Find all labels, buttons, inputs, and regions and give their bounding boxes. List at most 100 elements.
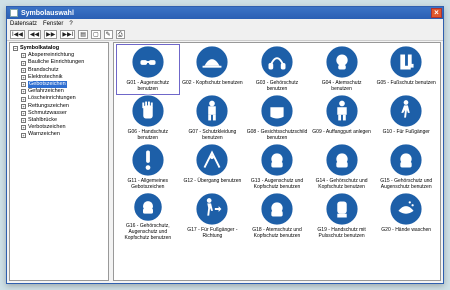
goggles-icon (131, 45, 165, 79)
toolbar: I◀◀ ◀◀ ▶▶ ▶▶I ▤ ▢ ✎ ⎙ (7, 28, 443, 41)
symbol-tile[interactable]: G04 - Atemschutz benutzen (311, 45, 373, 94)
menu-datensatz[interactable]: Datensatz (10, 21, 37, 27)
pedestrian-icon (389, 94, 423, 128)
sidebar-item[interactable]: + Warnzeichen (13, 131, 105, 138)
print-button[interactable]: ⎙ (115, 29, 125, 39)
sidebar-item[interactable]: + Gebotszeichen (13, 81, 105, 89)
symbol-tile[interactable]: G15 - Gehörschutz und Augenschutz benutz… (375, 143, 437, 192)
sidebar-item[interactable]: + Brandschutz (13, 67, 105, 74)
expand-icon[interactable]: + (21, 103, 26, 109)
ear-goggles-icon (389, 143, 423, 177)
exclamation-icon (131, 143, 165, 177)
symbol-tile[interactable]: G08 - Gesichtsschutzschild benutzen (246, 94, 308, 143)
symbol-label: G15 - Gehörschutz und Augenschutz benutz… (380, 178, 433, 190)
symbol-tile[interactable]: G10 - Für Fußgänger (375, 94, 437, 143)
close-button[interactable]: × (431, 8, 442, 18)
symbol-label: G04 - Atemschutz benutzen (321, 80, 362, 92)
face-shield-icon (260, 94, 294, 128)
symbol-tile[interactable]: G20 - Hände waschen (375, 192, 437, 241)
expand-icon[interactable]: + (21, 132, 26, 138)
symbol-label: G18 - Atemschutz und Kopfschutz benutzen (252, 227, 302, 239)
ear-helmet-icon (325, 143, 359, 177)
symbol-tile[interactable]: G14 - Gehörschutz und Kopfschutz benutze… (311, 143, 373, 192)
app-icon (10, 9, 18, 17)
expand-icon[interactable]: + (21, 96, 26, 102)
sidebar-item[interactable]: + Elektrotechnik (13, 74, 105, 81)
tree-root-label: Symbolkatalog (20, 45, 60, 51)
sidebar-item[interactable]: + Verbotszeichen (13, 124, 105, 131)
previous-record-button[interactable]: ◀◀ (27, 29, 42, 39)
expand-icon[interactable]: + (21, 89, 26, 95)
respirator-icon (325, 45, 359, 79)
symbol-tile[interactable]: G01 - Augenschutz benutzen (116, 44, 180, 95)
last-record-button[interactable]: ▶▶I (60, 29, 76, 39)
overall-icon (195, 94, 229, 128)
edit-button[interactable]: ✎ (103, 29, 113, 39)
expand-icon[interactable]: + (21, 110, 26, 116)
expand-icon[interactable]: + (21, 118, 26, 124)
respirator-helmet-icon (260, 192, 294, 226)
symbol-tile[interactable]: G16 - Gehörschutz, Augenschutz und Kopfs… (117, 192, 179, 241)
symbol-tile[interactable]: G18 - Atemschutz und Kopfschutz benutzen (246, 192, 308, 241)
sidebar-item[interactable]: + Bauliche Einrichtungen (13, 59, 105, 66)
symbol-tile[interactable]: G05 - Fußschutz benutzen (375, 45, 437, 94)
symbol-catalog-tree: − Symbolkatalog + Absperreinrichtung + Baul… (9, 42, 109, 281)
first-record-button[interactable]: I◀◀ (10, 29, 25, 39)
symbol-label: G03 - Gehörschutz benutzen (255, 80, 299, 92)
title-bar[interactable]: Symbolauswahl × (7, 7, 443, 19)
expand-icon[interactable]: + (21, 60, 26, 66)
expand-icon[interactable]: + (21, 74, 26, 80)
symbol-tile[interactable]: G11 - Allgemeines Gebotszeichen (117, 143, 179, 192)
sidebar-item-label: Bauliche Einrichtungen (28, 59, 85, 66)
hand-wash-icon (389, 192, 423, 226)
symbol-tile[interactable]: G12 - Übergang benutzen (182, 143, 244, 192)
sidebar-item[interactable]: + Gefahrzeichen (13, 88, 105, 95)
symbol-selection-window: Symbolauswahl × Datensatz Fenster ? I◀◀ … (6, 6, 444, 284)
sidebar-item[interactable]: + Stahlbrücke (13, 117, 105, 124)
expand-icon[interactable]: + (21, 82, 26, 88)
symbol-tile[interactable]: G06 - Handschutz benutzen (117, 94, 179, 143)
sidebar-item-label: Löscheinrichtungen (28, 95, 76, 102)
collapse-icon[interactable]: − (13, 46, 18, 52)
sidebar-item-label: Brandschutz (28, 66, 59, 73)
menu-fenster[interactable]: Fenster (43, 21, 63, 27)
symbol-label: G17 - Für Fußgänger - Richtung (187, 227, 238, 239)
sidebar-item-label: Elektrotechnik (28, 73, 63, 80)
ear-protection-icon (260, 45, 294, 79)
expand-icon[interactable]: + (21, 53, 26, 59)
pedestrian-direction-icon (195, 192, 229, 226)
full-head-icon (133, 192, 163, 222)
crossing-icon (195, 143, 229, 177)
list-view-button[interactable]: ▤ (78, 29, 88, 39)
goggles-helmet-icon (260, 143, 294, 177)
symbol-label: G20 - Hände waschen (381, 227, 432, 233)
symbol-tile[interactable]: G09 - Auffanggurt anlegen (311, 94, 373, 143)
next-record-button[interactable]: ▶▶ (44, 29, 58, 39)
symbol-label: G12 - Übergang benutzen (183, 178, 242, 184)
new-record-button[interactable]: ▢ (90, 29, 101, 39)
helmet-icon (195, 45, 229, 79)
sidebar-item[interactable]: + Rettungszeichen (13, 103, 105, 110)
boots-icon (389, 45, 423, 79)
sidebar-item[interactable]: + Löscheinrichtungen (13, 95, 105, 102)
symbol-tile[interactable]: G19 - Handschutz mit Pulsschutz benutzen (311, 192, 373, 241)
expand-icon[interactable]: + (21, 67, 26, 73)
symbol-tile[interactable]: G17 - Für Fußgänger - Richtung (182, 192, 244, 241)
symbol-label: G06 - Handschutz benutzen (127, 129, 168, 141)
symbol-tile[interactable]: G02 - Kopfschutz benutzen (182, 45, 244, 94)
sidebar-item-label: Absperreinrichtung (28, 52, 75, 59)
sidebar-item[interactable]: + Schmutzwasser (13, 110, 105, 117)
symbol-label: G19 - Handschutz mit Pulsschutz benutzen (317, 227, 366, 239)
sidebar-item-label: Rettungszeichen (28, 102, 69, 109)
main-area: − Symbolkatalog + Absperreinrichtung + Baul… (9, 42, 441, 281)
symbol-tile[interactable]: G07 - Schutzkleidung benutzen (182, 94, 244, 143)
symbol-label: G11 - Allgemeines Gebotszeichen (127, 178, 169, 190)
sidebar-item[interactable]: + Absperreinrichtung (13, 52, 105, 59)
tree-root[interactable]: − Symbolkatalog (13, 45, 105, 52)
symbol-tile[interactable]: G03 - Gehörschutz benutzen (246, 45, 308, 94)
expand-icon[interactable]: + (21, 125, 26, 131)
sidebar-item-label: Gefahrzeichen (28, 88, 64, 95)
symbol-tile[interactable]: G13 - Augenschutz und Kopfschutz benutze… (246, 143, 308, 192)
symbol-label: G10 - Für Fußgänger (382, 129, 430, 135)
menu-help[interactable]: ? (69, 21, 72, 27)
